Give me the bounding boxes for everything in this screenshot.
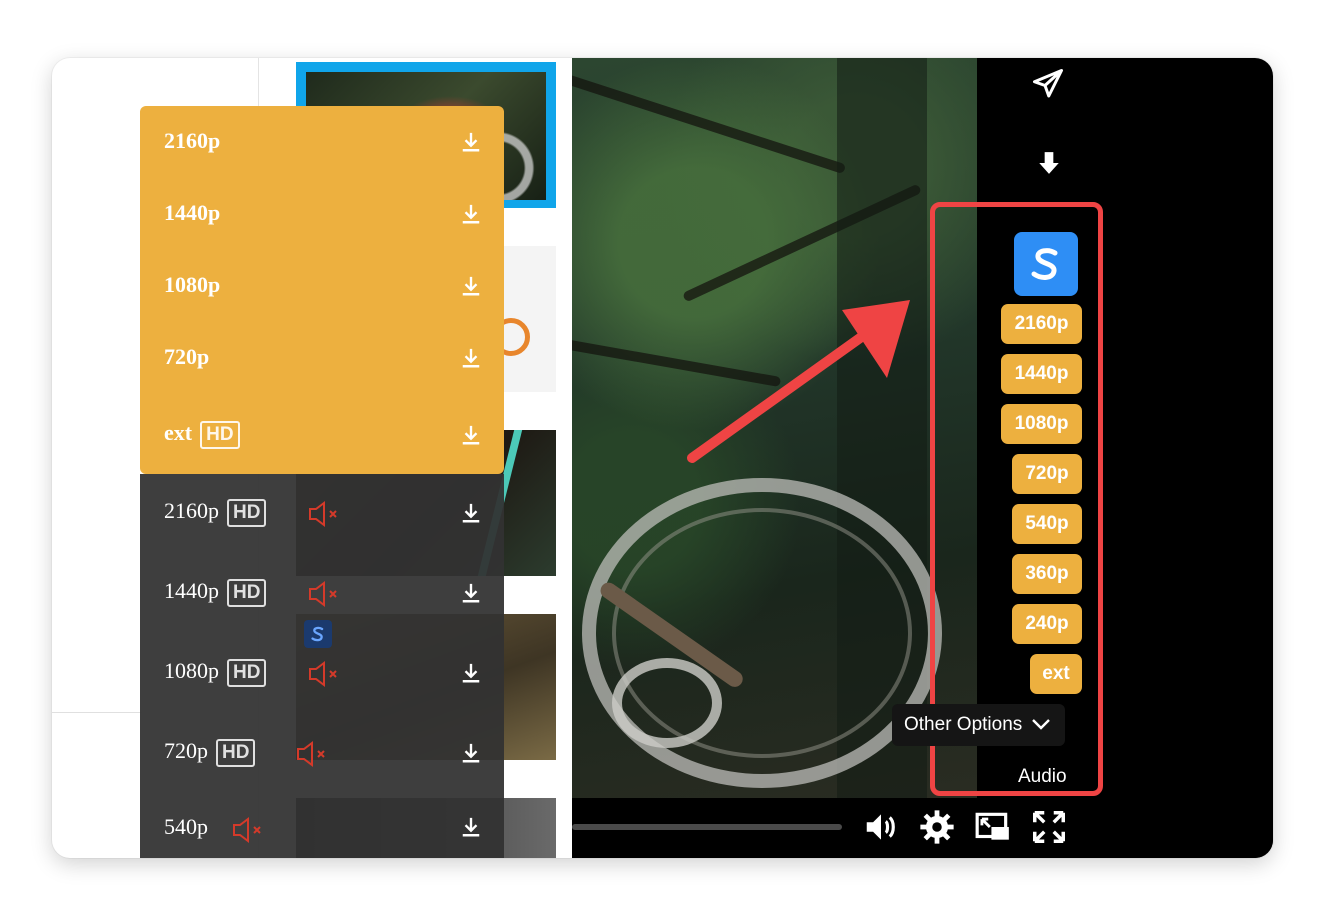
dropdown-item-1440p[interactable]: 1440p bbox=[140, 178, 504, 250]
other-options-button[interactable]: Other Options bbox=[892, 704, 1065, 746]
format-item-text: 1080p bbox=[164, 658, 219, 683]
format-list: 2160p HD 1440p HD 1080p HD 720p HD 540p bbox=[140, 474, 504, 858]
download-icon[interactable] bbox=[460, 502, 482, 524]
quality-button-1440p[interactable]: 1440p bbox=[1001, 354, 1082, 394]
dropdown-item-1080p[interactable]: 1080p bbox=[140, 250, 504, 322]
muted-icon bbox=[233, 817, 261, 843]
mini-extension-logo[interactable] bbox=[304, 620, 332, 648]
download-icon[interactable] bbox=[460, 816, 482, 838]
hd-badge: HD bbox=[227, 498, 267, 527]
annotation-arrow bbox=[687, 300, 910, 463]
download-icon[interactable] bbox=[460, 131, 482, 153]
dropdown-item-720p[interactable]: 720p bbox=[140, 322, 504, 394]
volume-icon[interactable] bbox=[862, 808, 900, 846]
download-icon[interactable] bbox=[1036, 150, 1062, 176]
dropdown-item-ext[interactable]: ext HD bbox=[140, 394, 504, 474]
quality-button-ext[interactable]: ext bbox=[1030, 654, 1082, 694]
download-icon[interactable] bbox=[460, 347, 482, 369]
dropdown-item-label: 1440p bbox=[164, 200, 221, 225]
download-icon[interactable] bbox=[460, 742, 482, 764]
settings-icon[interactable] bbox=[918, 808, 956, 846]
format-item-label: 2160p HD bbox=[164, 498, 267, 527]
quality-button-360p[interactable]: 360p bbox=[1012, 554, 1082, 594]
other-options-label: Other Options bbox=[904, 714, 1023, 735]
dropdown-item-text: ext bbox=[164, 420, 193, 445]
download-icon[interactable] bbox=[460, 203, 482, 225]
video-scene bbox=[572, 71, 847, 175]
format-item-label: 720p HD bbox=[164, 738, 256, 767]
format-item-540p[interactable]: 540p bbox=[140, 794, 504, 858]
format-item-text: 1440p bbox=[164, 578, 219, 603]
download-icon[interactable] bbox=[460, 424, 482, 446]
download-icon[interactable] bbox=[460, 582, 482, 604]
format-item-label: 540p bbox=[164, 814, 208, 839]
download-icon[interactable] bbox=[460, 275, 482, 297]
s-logo-icon bbox=[1031, 248, 1058, 280]
format-item-text: 2160p bbox=[164, 498, 219, 523]
muted-icon bbox=[309, 581, 337, 607]
quality-button-720p[interactable]: 720p bbox=[1012, 454, 1082, 494]
page-separator bbox=[52, 712, 142, 713]
chevron-down-icon bbox=[1032, 719, 1050, 730]
muted-icon bbox=[309, 501, 337, 527]
audio-label[interactable]: Audio bbox=[1018, 766, 1067, 788]
format-item-label: 1080p HD bbox=[164, 658, 267, 687]
extension-logo[interactable] bbox=[1014, 232, 1078, 296]
fullscreen-icon[interactable] bbox=[1030, 808, 1068, 846]
hd-badge: HD bbox=[227, 578, 267, 607]
browser-card: 2160p 1440p 1080p 720p 540p 360p 240p ex… bbox=[52, 58, 1273, 858]
muted-icon bbox=[309, 661, 337, 687]
format-item-2160p[interactable]: 2160p HD bbox=[140, 474, 504, 550]
quality-button-540p[interactable]: 540p bbox=[1012, 504, 1082, 544]
hd-badge: HD bbox=[227, 658, 267, 687]
dropdown-item-label: 1080p bbox=[164, 272, 221, 297]
send-icon[interactable] bbox=[1030, 66, 1066, 102]
format-item-text: 720p bbox=[164, 738, 208, 763]
hd-badge: HD bbox=[216, 738, 256, 767]
video-scene bbox=[612, 658, 722, 748]
dropdown-item-label: 2160p bbox=[164, 128, 221, 153]
format-item-720p[interactable]: 720p HD bbox=[140, 714, 504, 790]
dropdown-item-label: 720p bbox=[164, 344, 210, 369]
format-item-label: 1440p HD bbox=[164, 578, 267, 607]
quality-dropdown: 2160p 1440p 1080p 720p ext HD bbox=[140, 106, 504, 474]
hd-badge: HD bbox=[200, 420, 240, 449]
progress-bar[interactable] bbox=[572, 824, 842, 830]
quality-button-240p[interactable]: 240p bbox=[1012, 604, 1082, 644]
dropdown-item-2160p[interactable]: 2160p bbox=[140, 106, 504, 178]
muted-icon bbox=[297, 741, 325, 767]
player-controls bbox=[572, 798, 1273, 858]
dropdown-item-label: ext HD bbox=[164, 420, 240, 449]
s-logo-icon bbox=[311, 626, 324, 642]
miniplayer-icon[interactable] bbox=[974, 808, 1012, 846]
format-item-1440p[interactable]: 1440p HD bbox=[140, 554, 504, 630]
download-icon[interactable] bbox=[460, 662, 482, 684]
quality-button-2160p[interactable]: 2160p bbox=[1001, 304, 1082, 344]
quality-button-1080p[interactable]: 1080p bbox=[1001, 404, 1082, 444]
